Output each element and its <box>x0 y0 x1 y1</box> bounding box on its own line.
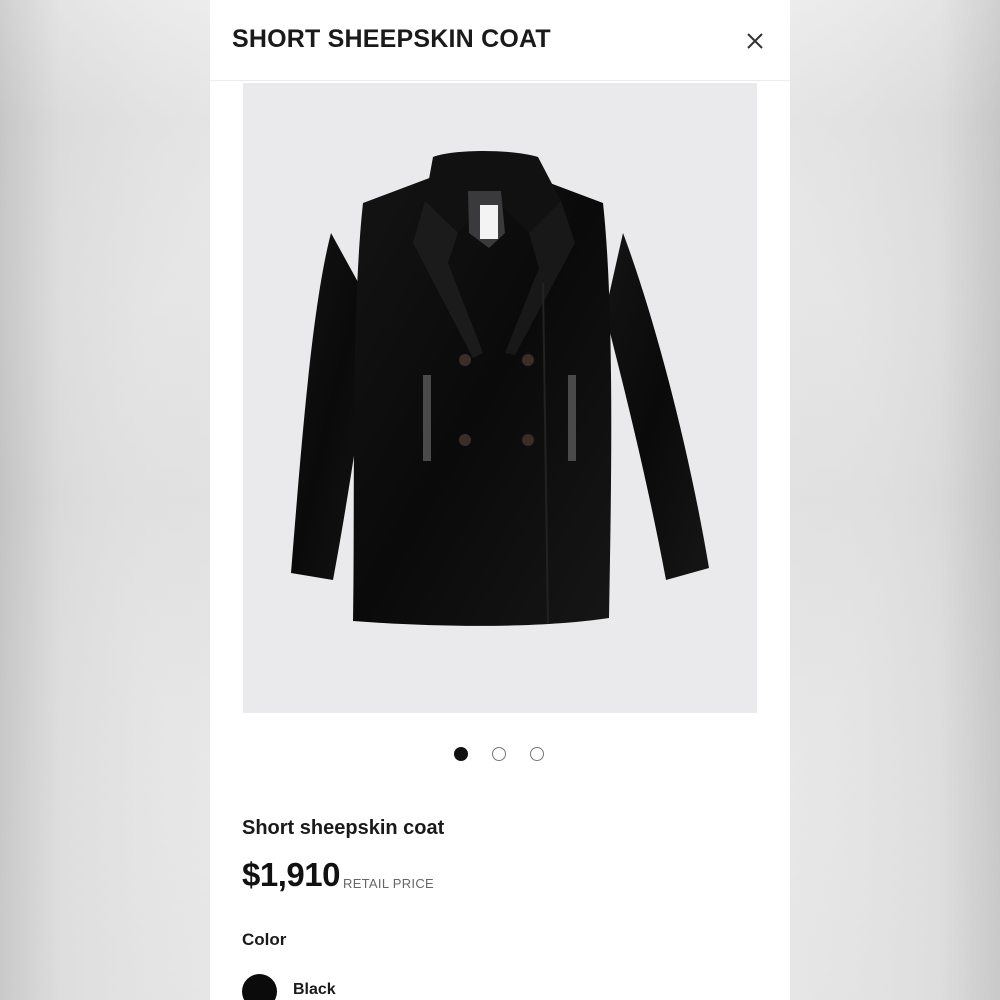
color-swatch-label: Black <box>293 981 336 998</box>
product-sheet: SHORT SHEEPSKIN COAT Short sheepskin coa… <box>210 0 790 1000</box>
retail-price-label: RETAIL PRICE <box>343 876 435 891</box>
color-swatch-black[interactable] <box>242 974 277 1000</box>
carousel-dot-3[interactable] <box>530 747 544 761</box>
product-name: Short sheepskin coat <box>242 817 445 839</box>
carousel-dot-1[interactable] <box>454 747 468 761</box>
product-price: $1,910 <box>242 856 340 893</box>
backdrop-left <box>0 0 210 1000</box>
close-icon <box>747 33 763 49</box>
product-image[interactable] <box>243 83 757 713</box>
close-button[interactable] <box>740 27 770 57</box>
coat-image <box>291 151 709 626</box>
carousel-dot-2[interactable] <box>492 747 506 761</box>
sheet-header: SHORT SHEEPSKIN COAT <box>210 0 790 81</box>
page-title: SHORT SHEEPSKIN COAT <box>232 25 551 53</box>
color-label: Color <box>242 930 287 949</box>
carousel-dots <box>452 745 552 765</box>
backdrop-right <box>790 0 1000 1000</box>
